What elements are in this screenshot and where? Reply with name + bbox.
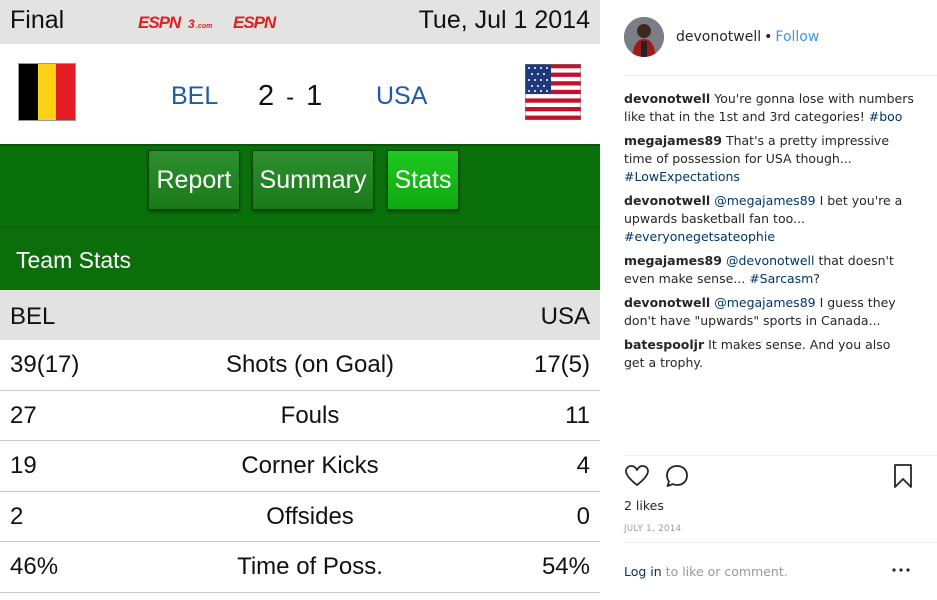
away-score: 1 <box>306 80 323 112</box>
comment-username[interactable]: devonotwell <box>624 193 710 208</box>
stat-name: Corner Kicks <box>241 452 379 480</box>
comment-hashtag[interactable]: #LowExpectations <box>624 169 740 184</box>
comment-mention[interactable]: @megajames89 <box>714 295 815 310</box>
tab-bar: Report Summary Stats <box>0 144 600 226</box>
espn-logo: ESPN 3 .com ESPN <box>138 13 278 32</box>
avatar[interactable] <box>624 17 664 57</box>
post-author-line: devonotwell • Follow <box>676 29 819 45</box>
scoreboard-topbar: Final ESPN 3 .com ESPN Tue, Jul 1 2014 <box>0 0 600 44</box>
stat-row: 39(17) Shots (on Goal) 17(5) <box>0 340 600 391</box>
svg-text:3: 3 <box>188 17 195 31</box>
comment-username[interactable]: devonotwell <box>624 295 710 310</box>
comment-hashtag[interactable]: #everyonegetsateophie <box>624 229 775 244</box>
comment-username[interactable]: megajames89 <box>624 253 722 268</box>
usa-flag-icon <box>525 64 581 120</box>
post-header: devonotwell • Follow <box>600 0 937 75</box>
stat-name: Offsides <box>266 502 354 530</box>
stats-table: 39(17) Shots (on Goal) 17(5) 27 Fouls 11… <box>0 340 600 593</box>
svg-text:.com: .com <box>196 23 212 30</box>
comment-item: devonotwell @megajames89 I guess they don… <box>624 294 914 330</box>
like-count[interactable]: 2 likes <box>624 498 664 513</box>
login-link[interactable]: Log in <box>624 564 662 579</box>
comment-item: megajames89 @devonotwell that doesn't eve… <box>624 252 914 288</box>
stat-name: Shots (on Goal) <box>225 351 395 378</box>
stat-row: 19 Corner Kicks 4 <box>0 441 600 492</box>
stat-away-value: 0 <box>576 502 590 530</box>
divider <box>624 455 937 456</box>
stat-name: Time of Poss. <box>237 553 383 581</box>
comment-hashtag[interactable]: #Sarcasm <box>749 271 813 286</box>
stat-name: Fouls <box>280 401 340 429</box>
stat-away-value: 4 <box>576 452 590 480</box>
stat-away-value: 11 <box>565 401 590 429</box>
divider <box>624 542 937 543</box>
comments-list: devonotwell You're gonna lose with number… <box>624 90 914 378</box>
stat-away-value: 17(5) <box>533 351 590 378</box>
post-username[interactable]: devonotwell <box>676 29 761 45</box>
post-actions <box>624 463 924 493</box>
stats-home-team: BEL <box>10 303 56 330</box>
comment-icon[interactable] <box>664 463 690 489</box>
game-date: Tue, Jul 1 2014 <box>418 6 590 34</box>
svg-text:ESPN: ESPN <box>138 13 182 32</box>
comment-item: batespooljr It makes sense. And you also … <box>624 336 914 372</box>
comment-mention[interactable]: @megajames89 <box>714 193 815 208</box>
stat-row: 46% Time of Poss. 54% <box>0 542 600 593</box>
post-sidebar: devonotwell • Follow devonotwell You're gon… <box>600 0 937 600</box>
stats-away-team: USA <box>540 303 590 330</box>
avatar-image-icon <box>624 17 664 57</box>
comment-username[interactable]: megajames89 <box>624 133 722 148</box>
score-row: BEL 2-1 USA <box>0 44 600 144</box>
stat-row: 2 Offsides 0 <box>0 492 600 543</box>
home-score: 2 <box>258 80 275 112</box>
heart-icon[interactable] <box>624 463 650 489</box>
comment-mention[interactable]: @devonotwell <box>726 253 815 268</box>
comment-item: devonotwell You're gonna lose with number… <box>624 90 914 126</box>
tab-report[interactable]: Report <box>148 150 240 210</box>
comment-suffix: ? <box>813 271 820 286</box>
home-team-name[interactable]: BEL <box>171 82 218 111</box>
more-options-icon[interactable] <box>890 560 912 580</box>
post-date: JULY 1, 2014 <box>624 524 682 534</box>
stats-column-header: BEL USA <box>0 290 600 340</box>
login-prompt-text: to like or comment. <box>661 564 788 579</box>
comment-username[interactable]: devonotwell <box>624 91 710 106</box>
stat-row: 27 Fouls 11 <box>0 391 600 442</box>
game-status: Final <box>10 6 65 34</box>
separator-dot: • <box>764 29 773 45</box>
login-prompt: Log in to like or comment. <box>624 564 788 579</box>
team-stats-header: Team Stats <box>0 226 600 290</box>
tab-stats[interactable]: Stats <box>387 150 459 210</box>
divider <box>624 75 937 76</box>
comment-item: devonotwell @megajames89 I bet you're a u… <box>624 192 914 246</box>
scoreboard-image: Final ESPN 3 .com ESPN Tue, Jul 1 2014 B… <box>0 0 600 600</box>
tab-summary[interactable]: Summary <box>252 150 374 210</box>
follow-button[interactable]: Follow <box>775 29 819 45</box>
stat-away-value: 54% <box>541 553 590 581</box>
comment-hashtag[interactable]: #boo <box>869 109 903 124</box>
bookmark-icon[interactable] <box>890 463 916 489</box>
away-team-name[interactable]: USA <box>376 82 427 111</box>
svg-text:ESPN: ESPN <box>233 13 277 32</box>
final-score: 2-1 <box>258 80 322 113</box>
score-separator: - <box>286 84 295 111</box>
comment-item: megajames89 That's a pretty impressive ti… <box>624 132 914 186</box>
comment-username[interactable]: batespooljr <box>624 337 704 352</box>
belgium-flag-icon <box>19 64 76 120</box>
section-title: Team Stats <box>16 247 132 273</box>
